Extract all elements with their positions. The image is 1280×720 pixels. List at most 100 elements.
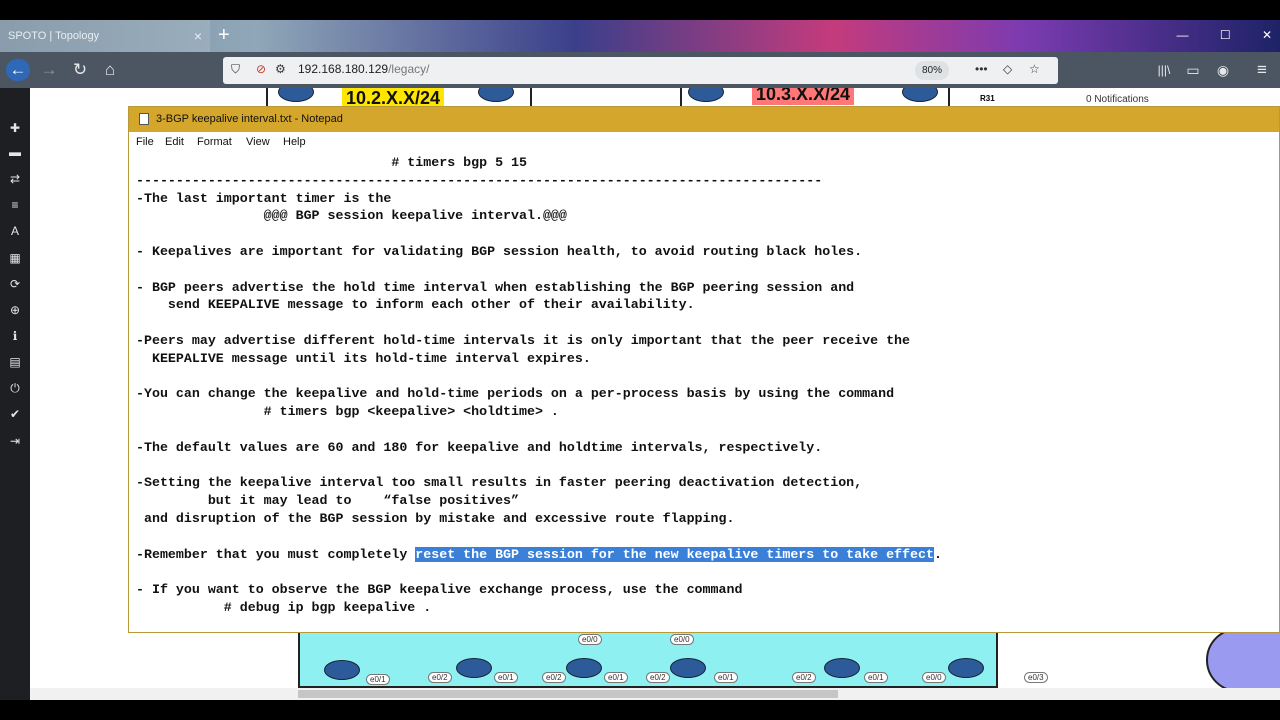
topology-area-bottom-right xyxy=(1206,628,1280,688)
subnet-label: 10.3.X.X/24 xyxy=(752,88,855,105)
sidebar-logout-icon[interactable]: ⇥ xyxy=(6,434,24,448)
close-window-icon[interactable]: ✕ xyxy=(1262,28,1272,42)
text-line: -Peers may advertise different hold-time… xyxy=(136,332,911,348)
browser-tab-bar: SPOTO | Topology × + — ☐ ✕ xyxy=(0,20,1280,52)
forward-icon[interactable]: → xyxy=(37,59,61,81)
port-label: e0/2 xyxy=(792,672,816,683)
text-line xyxy=(136,225,1276,243)
text-line xyxy=(136,563,1276,581)
sidebar-grid-icon[interactable]: ▦ xyxy=(6,251,24,265)
port-label: e0/1 xyxy=(864,672,888,683)
notepad-document-icon xyxy=(139,113,149,125)
pocket-icon[interactable]: ◇ xyxy=(1003,62,1012,76)
menu-help[interactable]: Help xyxy=(283,136,306,148)
router-icon[interactable] xyxy=(948,658,984,678)
account-icon[interactable]: ◉ xyxy=(1211,59,1235,81)
text-line xyxy=(136,421,1276,439)
url-bar[interactable]: ⛉ ⊘ ⚙ 192.168.180.129/legacy/ 80% ••• ◇ … xyxy=(223,57,1058,84)
text-line xyxy=(136,368,1276,386)
router-icon[interactable] xyxy=(670,658,706,678)
port-label: e0/1 xyxy=(366,674,390,685)
sidebar-check-icon[interactable]: ✔ xyxy=(6,407,24,421)
remember-text-end: . xyxy=(933,546,942,562)
port-label: e0/0 xyxy=(578,634,602,645)
text-line: # debug ip bgp keepalive . xyxy=(136,599,432,615)
text-line xyxy=(136,457,1276,475)
sidebar-info-icon[interactable]: ℹ xyxy=(6,329,24,343)
selected-text[interactable]: reset the BGP session for the new keepal… xyxy=(415,546,934,562)
browser-tab[interactable]: SPOTO | Topology × xyxy=(0,20,210,52)
sidebar-table-icon[interactable]: ▤ xyxy=(6,355,24,369)
menu-file[interactable]: File xyxy=(136,136,154,148)
router-icon[interactable] xyxy=(566,658,602,678)
router-label[interactable]: R31 xyxy=(980,94,995,103)
tab-close-icon[interactable]: × xyxy=(194,20,202,52)
text-line-remember: -Remember that you must completely reset… xyxy=(136,546,1276,564)
text-line: send KEEPALIVE message to inform each ot… xyxy=(136,297,695,313)
new-tab-button[interactable]: + xyxy=(218,20,230,50)
port-label: e0/0 xyxy=(922,672,946,683)
window-controls: — ☐ ✕ xyxy=(1148,20,1272,50)
text-line: @@@ BGP session keepalive interval.@@@ xyxy=(136,208,567,224)
menu-format[interactable]: Format xyxy=(197,136,232,148)
minimize-icon[interactable]: — xyxy=(1176,28,1188,42)
port-label: e0/2 xyxy=(646,672,670,683)
sidebar-zoom-icon[interactable]: ⊕ xyxy=(6,303,24,317)
sidebar-list-icon[interactable]: ≡ xyxy=(6,198,24,212)
url-text[interactable]: 192.168.180.129/legacy/ xyxy=(298,62,429,76)
browser-nav-bar: ← → ↻ ⌂ ⛉ ⊘ ⚙ 192.168.180.129/legacy/ 80… xyxy=(0,52,1280,88)
bookmark-star-icon[interactable]: ☆ xyxy=(1029,62,1040,76)
menu-view[interactable]: View xyxy=(246,136,270,148)
router-icon[interactable] xyxy=(824,658,860,678)
bottom-letterbox xyxy=(0,700,1280,720)
text-line: # timers bgp <keepalive> <holdtime> . xyxy=(136,404,559,420)
scrollbar-thumb[interactable] xyxy=(298,690,838,698)
sidebar-toggle-icon[interactable]: ▭ xyxy=(1181,59,1205,81)
router-icon[interactable] xyxy=(456,658,492,678)
menu-edit[interactable]: Edit xyxy=(165,136,184,148)
notepad-window[interactable]: 3-BGP keepalive interval.txt - Notepad F… xyxy=(128,106,1280,633)
text-line xyxy=(136,261,1276,279)
text-line: but it may lead to “false positives” xyxy=(136,493,520,509)
port-label: e0/2 xyxy=(542,672,566,683)
permissions-icon[interactable]: ⚙ xyxy=(275,62,286,76)
canvas-horizontal-scrollbar[interactable] xyxy=(30,688,1280,700)
port-label: e0/1 xyxy=(714,672,738,683)
text-line: - BGP peers advertise the hold time inte… xyxy=(136,279,855,295)
text-line: ----------------------------------------… xyxy=(136,172,823,188)
notifications-label[interactable]: 0 Notifications xyxy=(1086,94,1149,105)
text-line: - If you want to observe the BGP keepali… xyxy=(136,582,743,598)
sidebar-refresh-icon[interactable]: ⟳ xyxy=(6,277,24,291)
sidebar-power-icon[interactable]: ⏻ xyxy=(6,381,24,395)
url-path: /legacy/ xyxy=(388,62,430,76)
maximize-icon[interactable]: ☐ xyxy=(1220,28,1231,42)
port-label: e0/0 xyxy=(670,634,694,645)
back-icon[interactable]: ← xyxy=(6,59,30,81)
notepad-text-area[interactable]: # timers bgp 5 15 -----------------------… xyxy=(136,154,1276,630)
more-icon[interactable]: ••• xyxy=(975,62,988,76)
sidebar-text-icon[interactable]: A xyxy=(6,224,24,238)
port-label: e0/1 xyxy=(494,672,518,683)
insecure-lock-icon[interactable]: ⊘ xyxy=(256,62,266,76)
sidebar-swap-icon[interactable]: ⇄ xyxy=(6,172,24,186)
notepad-title-bar[interactable]: 3-BGP keepalive interval.txt - Notepad xyxy=(129,107,1279,132)
reload-icon[interactable]: ↻ xyxy=(68,59,92,81)
port-label: e0/2 xyxy=(428,672,452,683)
library-icon[interactable]: |||\ xyxy=(1152,59,1176,81)
shield-icon[interactable]: ⛉ xyxy=(231,62,240,77)
zoom-level[interactable]: 80% xyxy=(915,61,949,80)
home-icon[interactable]: ⌂ xyxy=(98,59,122,81)
port-label: e0/3 xyxy=(1024,672,1048,683)
port-label: e0/1 xyxy=(604,672,628,683)
text-line: and disruption of the BGP session by mis… xyxy=(136,510,735,526)
sidebar-plus-icon[interactable]: ✚ xyxy=(6,121,24,135)
text-line: - Keepalives are important for validatin… xyxy=(136,243,863,259)
text-line: -Setting the keepalive interval too smal… xyxy=(136,475,863,491)
sidebar-drive-icon[interactable]: ▬ xyxy=(6,145,24,159)
notepad-title: 3-BGP keepalive interval.txt - Notepad xyxy=(156,113,343,125)
notepad-menu-bar: File Edit Format View Help xyxy=(129,132,1279,153)
router-icon[interactable] xyxy=(324,660,360,680)
menu-icon[interactable]: ≡ xyxy=(1250,59,1274,81)
tab-title: SPOTO | Topology xyxy=(8,30,100,42)
text-line: KEEPALIVE message until its hold-time in… xyxy=(136,350,591,366)
